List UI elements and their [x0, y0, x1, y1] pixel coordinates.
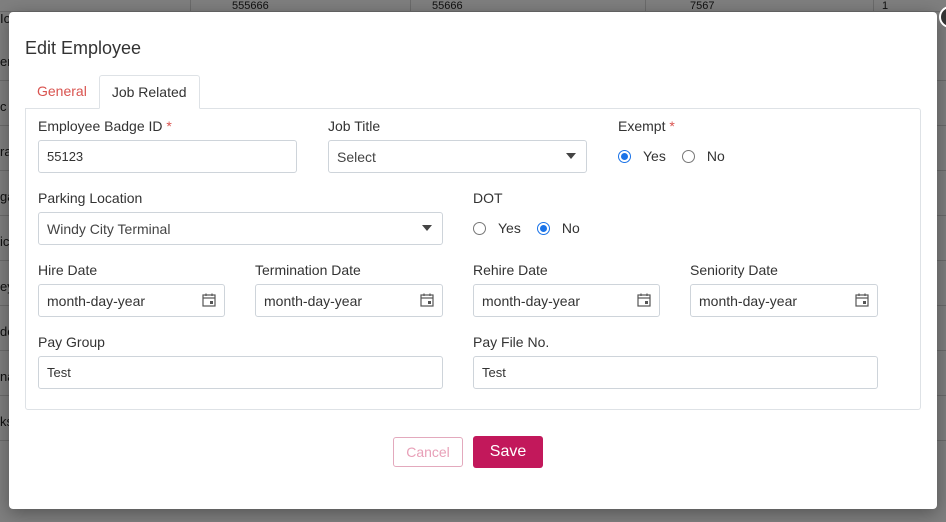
modal-title: Edit Employee	[25, 38, 142, 58]
edit-employee-modal: × Edit Employee General Job Related Empl…	[9, 6, 946, 509]
exempt-no-label[interactable]: No	[707, 148, 725, 164]
termination-date-placeholder: month-day-year	[264, 292, 363, 309]
job-title-label: Job Title	[328, 118, 381, 134]
badge-id-label: Employee Badge ID *	[38, 118, 172, 134]
termination-date-input[interactable]: month-day-year	[255, 284, 443, 317]
tab-bar: General Job Related	[25, 75, 200, 109]
seniority-date-label: Seniority Date	[690, 262, 778, 278]
seniority-date-input[interactable]: month-day-year	[690, 284, 878, 317]
rehire-date-input[interactable]: month-day-year	[473, 284, 660, 317]
job-title-value: Select	[337, 148, 376, 165]
calendar-icon[interactable]	[202, 293, 216, 307]
calendar-icon[interactable]	[637, 293, 651, 307]
dot-yes-radio[interactable]	[473, 221, 486, 235]
job-title-select[interactable]: Select	[328, 140, 587, 173]
dot-radio-group: Yes No	[473, 220, 596, 236]
exempt-radio-group: Yes No	[618, 148, 741, 164]
termination-date-label: Termination Date	[255, 262, 361, 278]
dot-no-label[interactable]: No	[562, 220, 580, 236]
pay-group-input[interactable]: Test	[38, 356, 443, 389]
save-button[interactable]: Save	[473, 436, 543, 468]
hire-date-label: Hire Date	[38, 262, 98, 278]
exempt-yes-radio[interactable]	[618, 149, 631, 163]
required-marker: *	[166, 118, 172, 134]
parking-location-value: Windy City Terminal	[47, 220, 171, 237]
seniority-date-placeholder: month-day-year	[699, 292, 798, 309]
exempt-label: Exempt *	[618, 118, 675, 134]
required-marker: *	[669, 118, 675, 134]
dot-no-radio[interactable]	[536, 221, 550, 235]
hire-date-input[interactable]: month-day-year	[38, 284, 225, 317]
hire-date-placeholder: month-day-year	[47, 292, 146, 309]
exempt-no-radio[interactable]	[681, 149, 695, 163]
dot-label: DOT	[473, 190, 503, 206]
parking-location-select[interactable]: Windy City Terminal	[38, 212, 443, 245]
caret-down-icon	[566, 153, 576, 159]
pay-file-no-label: Pay File No.	[473, 334, 550, 350]
tab-general[interactable]: General	[25, 75, 99, 109]
badge-id-input[interactable]: 55123	[38, 140, 297, 173]
calendar-icon[interactable]	[420, 293, 434, 307]
pay-file-no-input[interactable]: Test	[473, 356, 878, 389]
cancel-button[interactable]: Cancel	[393, 437, 463, 467]
dot-yes-label[interactable]: Yes	[498, 220, 521, 236]
tab-job-related[interactable]: Job Related	[98, 75, 200, 109]
parking-location-label: Parking Location	[38, 190, 143, 206]
calendar-icon[interactable]	[855, 293, 869, 307]
rehire-date-placeholder: month-day-year	[482, 292, 581, 309]
job-related-panel: Employee Badge ID * 55123 Job Title Sele…	[25, 108, 921, 410]
exempt-yes-label[interactable]: Yes	[643, 148, 666, 164]
rehire-date-label: Rehire Date	[473, 262, 548, 278]
caret-down-icon	[422, 225, 432, 231]
pay-group-label: Pay Group	[38, 334, 105, 350]
